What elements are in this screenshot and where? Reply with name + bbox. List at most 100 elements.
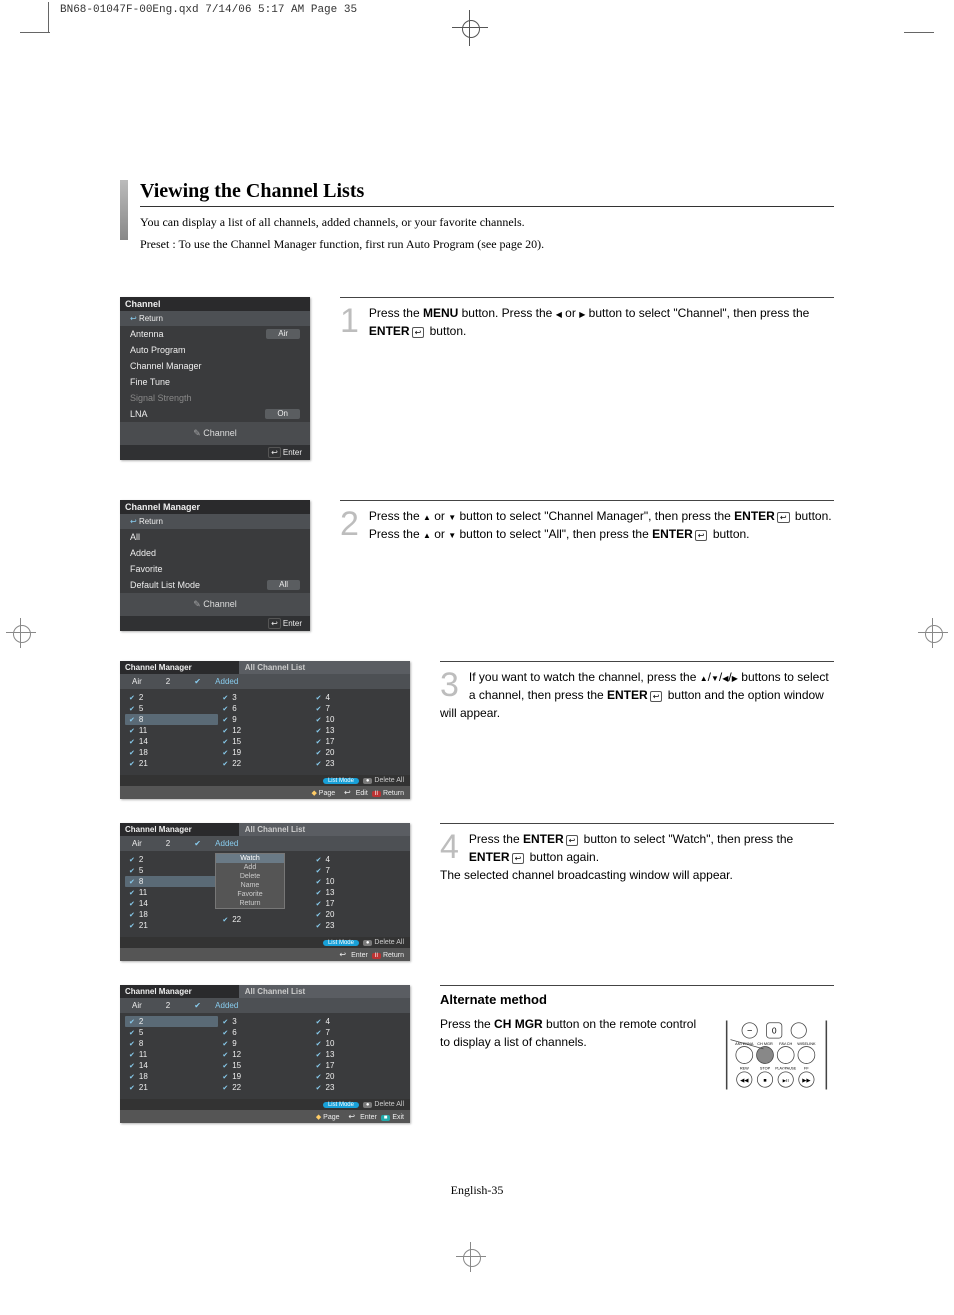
channel-row: ✔10 (312, 876, 405, 887)
channel-column: ✔2✔5✔8✔11✔14✔18✔21 (125, 1016, 218, 1093)
context-menu-item: Add (216, 863, 284, 872)
osd-row: AntennaAir (120, 326, 310, 342)
step-number: 1 (340, 304, 359, 338)
step-4-text: 4 Press the ENTER button to select "Watc… (440, 823, 834, 884)
osd-row: Signal Strength (120, 390, 310, 406)
context-menu-item: Name (216, 881, 284, 890)
channel-row: ✔21 (125, 758, 218, 769)
enter-icon (693, 527, 710, 541)
context-menu-item: Delete (216, 872, 284, 881)
channel-row: ✔2 (125, 1016, 218, 1027)
channel-row: ✔3 (218, 692, 311, 703)
osd-footer: ✎ Channel (120, 422, 310, 445)
channel-row: ✔17 (312, 1060, 405, 1071)
channel-row: ✔15 (218, 736, 311, 747)
channel-row: ✔18 (125, 1071, 218, 1082)
page-number: English-35 (120, 1183, 834, 1198)
osd-footer-enter: Enter (120, 445, 310, 460)
osd-footer: ✎ Channel (120, 593, 310, 616)
svg-text:▶▶: ▶▶ (802, 1078, 810, 1084)
osd-row: Fine Tune (120, 374, 310, 390)
step-number: 4 (440, 830, 459, 864)
channel-row: ✔8 (125, 714, 218, 725)
channel-column: ✔2✔5✔8✔11✔14✔18✔21 (125, 692, 218, 769)
step-number: 2 (340, 507, 359, 541)
osd-return: ↩ Return (120, 311, 310, 326)
channel-row: ✔19 (218, 747, 311, 758)
channel-row: ✔6 (218, 703, 311, 714)
svg-text:■: ■ (763, 1078, 766, 1084)
step-3: Channel ManagerAll Channel List Air2✔ Ad… (120, 661, 834, 799)
channel-column: ✔3✔6✔9✔12✔15✔19✔22 (218, 692, 311, 769)
arrow-down-icon (448, 509, 456, 526)
channel-row: ✔6 (218, 1027, 311, 1038)
channel-row: ✔11 (125, 725, 218, 736)
svg-text:CH MGR: CH MGR (757, 1042, 773, 1046)
channel-row: ✔19 (218, 1071, 311, 1082)
all-channel-list-context: Channel ManagerAll Channel List Air2✔ Ad… (120, 823, 410, 961)
context-menu-item: Watch (216, 854, 284, 863)
channel-row: ✔11 (125, 1049, 218, 1060)
osd-footer-enter: Enter (120, 616, 310, 631)
channel-row: ✔23 (312, 758, 405, 769)
enter-icon (410, 324, 427, 338)
channel-row: ✔3 (218, 1016, 311, 1027)
arrow-up-icon (423, 509, 431, 526)
channel-row: ✔4 (312, 854, 405, 865)
register-mark-top (458, 16, 482, 40)
osd-channel-manager-menu: Channel Manager ↩ Return AllAddedFavorit… (120, 500, 310, 631)
all-channel-list-1: Channel ManagerAll Channel List Air2✔ Ad… (120, 661, 410, 799)
context-menu: WatchAddDeleteNameFavoriteReturn (215, 853, 285, 909)
osd-return: ↩ Return (120, 514, 310, 529)
channel-row: ✔14 (125, 898, 218, 909)
context-menu-item: Return (216, 899, 284, 908)
step-3-text: 3 If you want to watch the channel, pres… (440, 661, 834, 722)
step-2: Channel Manager ↩ Return AllAddedFavorit… (120, 500, 834, 631)
step-2-text: 2 Press the or button to select "Channel… (340, 500, 834, 543)
channel-row: ✔5 (125, 703, 218, 714)
channel-row: ✔13 (312, 887, 405, 898)
channel-row: ✔20 (312, 909, 405, 920)
step-1-text: 1 Press the MENU button. Press the or bu… (340, 297, 834, 340)
channel-column: ✔4✔7✔10✔13✔17✔20✔23 (312, 692, 405, 769)
svg-text:▶II: ▶II (783, 1078, 789, 1083)
svg-text:0: 0 (772, 1026, 777, 1036)
channel-row: ✔5 (125, 1027, 218, 1038)
channel-row: ✔9 (218, 1038, 311, 1049)
channel-row: ✔7 (312, 865, 405, 876)
svg-text:FF: FF (804, 1067, 809, 1071)
channel-row: ✔12 (218, 1049, 311, 1060)
channel-row: ✔23 (312, 1082, 405, 1093)
channel-row: ✔10 (312, 714, 405, 725)
channel-row: ✔11 (125, 887, 218, 898)
register-mark-left (8, 620, 34, 646)
channel-row: ✔18 (125, 909, 218, 920)
channel-row: ✔4 (312, 1016, 405, 1027)
step-number: 3 (440, 668, 459, 702)
osd-row: Auto Program (120, 342, 310, 358)
osd-row: Channel Manager (120, 358, 310, 374)
step-1: Channel ↩ Return AntennaAirAuto ProgramC… (120, 297, 834, 460)
channel-row: ✔21 (125, 1082, 218, 1093)
channel-row: ✔23 (312, 920, 405, 931)
alternate-method-text: Press the CH MGR button on the remote co… (440, 1015, 699, 1051)
alternate-method-header: Alternate method (440, 985, 834, 1007)
enter-icon (510, 850, 527, 864)
channel-row: ✔5 (125, 865, 218, 876)
context-menu-item: Favorite (216, 890, 284, 899)
svg-text:FAV.CH: FAV.CH (779, 1042, 792, 1046)
channel-row: ✔9 (218, 714, 311, 725)
svg-text:PLAY/PAUSE: PLAY/PAUSE (775, 1067, 797, 1071)
channel-column: ✔4✔7✔10✔13✔17✔20✔23 (312, 1016, 405, 1093)
channel-row: ✔8 (125, 876, 218, 887)
arrow-down-icon (448, 527, 456, 544)
svg-text:STOP: STOP (760, 1067, 771, 1071)
channel-row: ✔7 (312, 1027, 405, 1038)
channel-row: ✔22 (218, 758, 311, 769)
channel-row: ✔15 (218, 1060, 311, 1071)
channel-row: ✔8 (125, 1038, 218, 1049)
osd-item: Favorite (120, 561, 310, 577)
section-title: Viewing the Channel Lists (140, 180, 834, 207)
accent-bar (120, 180, 128, 240)
channel-row: ✔18 (125, 747, 218, 758)
